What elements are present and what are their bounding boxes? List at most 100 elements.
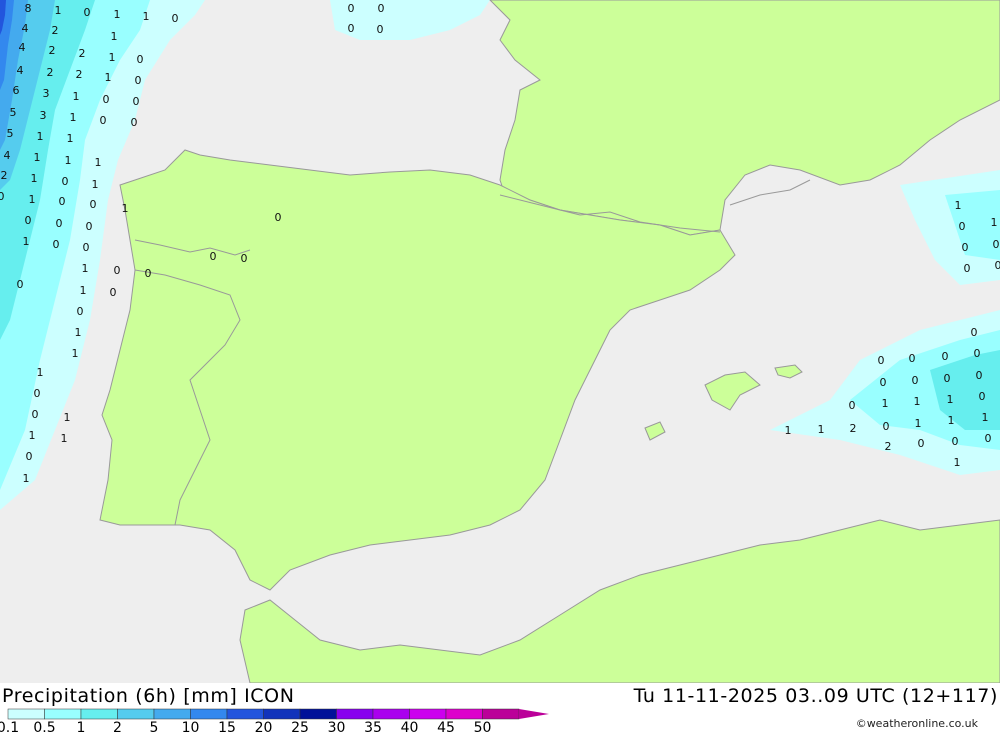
precip-value-label: 0 [377, 23, 384, 36]
precip-value-label: 0 [942, 350, 949, 363]
precip-value-label: 0 [979, 390, 986, 403]
precip-value-label: 0 [135, 74, 142, 87]
precip-value-label: 0 [348, 2, 355, 15]
legend-label: 15 [218, 720, 236, 733]
precip-value-label: 1 [954, 456, 961, 469]
precip-value-label: 0 [34, 387, 41, 400]
color-legend: 0.1 0.5 1 2 5 10 15 20 25 30 35 40 45 50 [0, 708, 549, 733]
precip-value-label: 0 [110, 286, 117, 299]
precip-value-label: 0 [849, 399, 856, 412]
legend-swatch [445, 708, 483, 720]
precip-value-label: 0 [348, 22, 355, 35]
precip-value-label: 0 [976, 369, 983, 382]
legend-label: 20 [255, 720, 273, 733]
precip-value-label: 0 [131, 116, 138, 129]
precip-value-label: 1 [818, 423, 825, 436]
precip-value-label: 0 [993, 238, 1000, 251]
precip-value-label: 1 [75, 326, 82, 339]
legend-swatch [190, 708, 228, 720]
precip-value-label: 1 [23, 472, 30, 485]
legend-swatch [44, 708, 82, 720]
precip-value-label: 0 [995, 259, 1000, 272]
precip-value-label: 0 [26, 450, 33, 463]
legend-label: 0.1 [0, 720, 19, 733]
precip-value-label: 0 [974, 347, 981, 360]
precip-value-label: 0 [210, 250, 217, 263]
precip-value-label: 2 [79, 47, 86, 60]
precip-value-label: 0 [378, 2, 385, 15]
precip-value-label: 1 [29, 193, 36, 206]
precip-value-label: 4 [22, 22, 29, 35]
precip-value-label: 3 [40, 109, 47, 122]
precip-value-label: 0 [133, 95, 140, 108]
precip-value-label: 0 [59, 195, 66, 208]
precip-value-label: 1 [882, 397, 889, 410]
precip-value-label: 0 [959, 220, 966, 233]
precip-value-label: 1 [955, 199, 962, 212]
precip-value-label: 1 [34, 151, 41, 164]
precip-value-label: 4 [4, 149, 11, 162]
precip-value-label: 8 [25, 2, 32, 15]
precip-value-label: 1 [67, 132, 74, 145]
precip-value-label: 0 [32, 408, 39, 421]
legend-swatch [299, 708, 337, 720]
precip-value-label: 0 [912, 374, 919, 387]
precip-value-label: 5 [7, 127, 14, 140]
precip-value-label: 1 [947, 393, 954, 406]
credit-text: ©weatheronline.co.uk [855, 717, 978, 730]
precip-value-label: 0 [17, 278, 24, 291]
legend-swatch [153, 708, 191, 720]
precip-value-label: 1 [82, 262, 89, 275]
legend-swatch [482, 708, 520, 720]
legend-label: 40 [401, 720, 419, 733]
precip-value-label: 3 [43, 87, 50, 100]
precip-value-label: 0 [962, 241, 969, 254]
precip-value-label: 0 [883, 420, 890, 433]
precip-value-label: 1 [65, 154, 72, 167]
precip-value-label: 1 [111, 30, 118, 43]
precip-value-label: 0 [918, 437, 925, 450]
precip-value-label: 0 [241, 252, 248, 265]
legend-swatch [226, 708, 264, 720]
precip-value-label: 1 [92, 178, 99, 191]
precip-value-label: 1 [143, 10, 150, 23]
precip-value-label: 4 [17, 64, 24, 77]
precip-value-label: 0 [878, 354, 885, 367]
precip-value-label: 2 [52, 24, 59, 37]
precip-value-label: 0 [0, 190, 5, 203]
map-footer: Precipitation (6h) [mm] ICON Tu 11-11-20… [0, 683, 1000, 733]
legend-label: 30 [328, 720, 346, 733]
precip-value-label: 1 [105, 71, 112, 84]
precip-value-label: 0 [90, 198, 97, 211]
legend-swatch [409, 708, 447, 720]
precip-value-label: 2 [76, 68, 83, 81]
precip-value-label: 1 [61, 432, 68, 445]
precip-value-label: 1 [915, 417, 922, 430]
precip-value-label: 6 [13, 84, 20, 97]
precip-value-label: 0 [56, 217, 63, 230]
precip-value-label: 5 [10, 106, 17, 119]
precip-value-label: 0 [137, 53, 144, 66]
precip-value-label: 0 [909, 352, 916, 365]
precip-value-label: 1 [122, 202, 129, 215]
precip-value-label: 1 [114, 8, 121, 21]
precip-value-label: 2 [850, 422, 857, 435]
precip-value-label: 1 [785, 424, 792, 437]
legend-label: 5 [150, 720, 159, 733]
precip-value-label: 2 [885, 440, 892, 453]
precip-value-label: 1 [37, 366, 44, 379]
legend-label: 2 [113, 720, 122, 733]
legend-swatch [336, 708, 374, 720]
legend-swatch [372, 708, 410, 720]
precip-value-label: 1 [948, 414, 955, 427]
legend-swatch [263, 708, 301, 720]
valid-time: Tu 11-11-2025 03..09 UTC (12+117) [633, 685, 998, 707]
legend-label: 1 [77, 720, 86, 733]
legend-arrow [519, 709, 549, 719]
precip-value-label: 2 [1, 169, 8, 182]
precip-value-label: 0 [84, 6, 91, 19]
precip-value-label: 0 [103, 93, 110, 106]
precip-value-label: 1 [72, 347, 79, 360]
precip-value-label: 1 [95, 156, 102, 169]
precip-value-label: 0 [53, 238, 60, 251]
